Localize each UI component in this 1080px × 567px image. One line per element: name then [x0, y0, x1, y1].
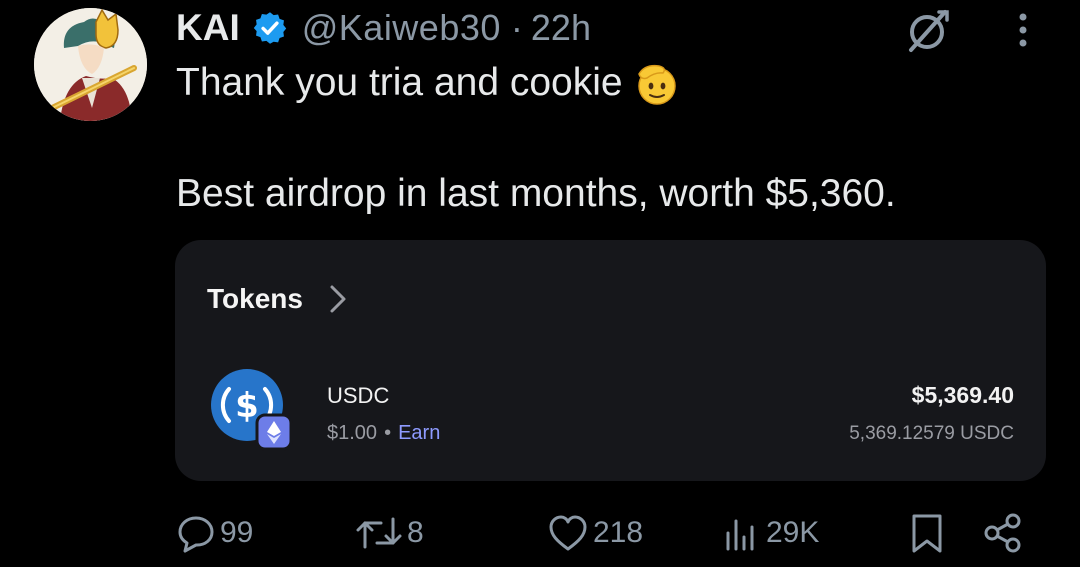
- repost-icon: [356, 517, 402, 549]
- tweet-time[interactable]: 22h: [531, 7, 591, 49]
- token-price: $1.00: [327, 422, 378, 444]
- tweet-text: Thank you tria and cookie: [176, 61, 623, 104]
- repost-button[interactable]: 8: [355, 505, 424, 561]
- reply-button[interactable]: 99: [176, 505, 253, 561]
- chevron-right-icon: [330, 285, 346, 313]
- bullet: •: [384, 422, 392, 444]
- more-icon[interactable]: [1013, 10, 1033, 50]
- tweet-text-line-1: Thank you tria and cookie: [176, 60, 679, 106]
- view-count: 29K: [766, 516, 820, 549]
- tweet-header: KAI @Kaiweb30 · 22h: [176, 4, 591, 52]
- bookmark-button[interactable]: [907, 505, 947, 561]
- like-count: 218: [593, 516, 644, 549]
- views-button[interactable]: 29K: [722, 505, 819, 561]
- action-bar: 99 8 218 29K: [0, 505, 1080, 561]
- like-icon: [549, 515, 587, 551]
- share-icon: [984, 513, 1021, 553]
- token-price-row: $1.00 • Earn: [327, 422, 440, 445]
- earn-link[interactable]: Earn: [398, 422, 440, 445]
- card-title[interactable]: Tokens: [207, 283, 347, 315]
- repost-count: 8: [407, 516, 424, 549]
- usdc-icon: $: [211, 369, 293, 451]
- like-button[interactable]: 218: [547, 505, 643, 561]
- token-card[interactable]: Tokens $ USDC $1.00 • Earn $5,369.40 5,3…: [175, 240, 1046, 481]
- svg-text:$: $: [235, 386, 259, 426]
- views-icon: [726, 519, 754, 551]
- reply-icon: [178, 516, 214, 553]
- share-button[interactable]: [981, 505, 1025, 561]
- verified-badge-icon: [253, 12, 286, 44]
- saluting-face-emoji: [637, 64, 676, 105]
- reply-count: 99: [220, 516, 254, 549]
- avatar[interactable]: [34, 8, 147, 121]
- token-name: USDC: [327, 383, 390, 408]
- separator-dot: ·: [510, 7, 523, 48]
- bookmark-icon: [912, 514, 942, 553]
- token-amount: 5,369.12579 USDC: [849, 423, 1014, 444]
- ethereum-badge-icon: [255, 413, 293, 451]
- author-handle[interactable]: @Kaiweb30: [302, 7, 501, 49]
- tweet-text-line-2: Best airdrop in last months, worth $5,36…: [176, 172, 896, 215]
- token-value: $5,369.40: [911, 382, 1014, 408]
- author-name[interactable]: KAI: [176, 7, 240, 49]
- card-title-label: Tokens: [207, 283, 303, 314]
- grok-icon[interactable]: [903, 6, 951, 54]
